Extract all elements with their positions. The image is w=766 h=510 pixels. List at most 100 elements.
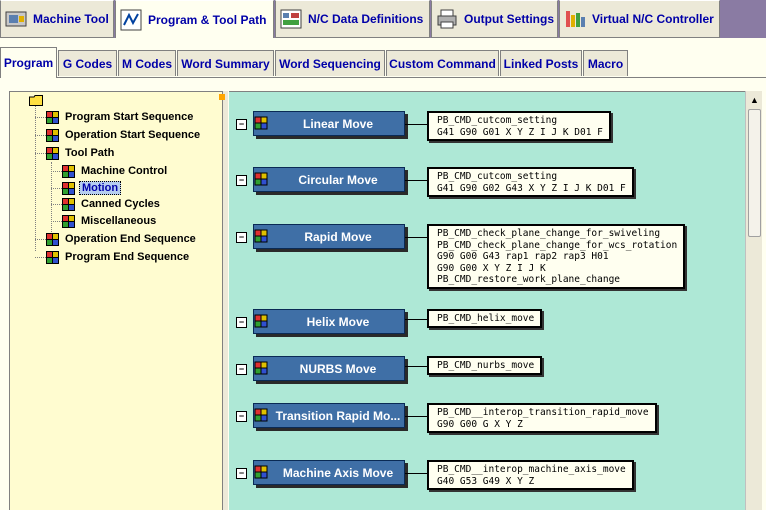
folder-icon[interactable] (29, 95, 43, 106)
sequence-node-icon (46, 128, 59, 142)
collapse-toggle[interactable]: − (236, 175, 247, 186)
scroll-thumb[interactable] (748, 109, 761, 237)
sub-tab-bar: Program G Codes M Codes Word Summary Wor… (0, 38, 766, 78)
connector-line (405, 319, 427, 320)
program-toolpath-icon (120, 9, 142, 31)
collapse-toggle[interactable]: − (236, 411, 247, 422)
connector-line (405, 237, 427, 238)
event-icon (254, 229, 268, 243)
subtab-linked-posts-label: Linked Posts (503, 56, 579, 71)
motion-sequence-canvas: − Linear Move PB_CMD_cutcom_setting G41 … (229, 91, 745, 510)
command-block-nurbs-move[interactable]: PB_CMD_nurbs_move (427, 356, 543, 375)
subtab-macro-label: Macro (587, 56, 624, 71)
tree-item-label: Tool Path (65, 147, 115, 159)
connector-line (405, 473, 427, 474)
tree-item-tool-path[interactable]: Tool Path (46, 145, 116, 161)
subtab-g-codes[interactable]: G Codes (58, 50, 117, 76)
command-block-linear-move[interactable]: PB_CMD_cutcom_setting G41 G90 G01 X Y Z … (427, 111, 611, 141)
collapse-toggle[interactable]: − (236, 232, 247, 243)
tree-item-program-end-sequence[interactable]: Program End Sequence (46, 249, 191, 265)
command-block-rapid-move[interactable]: PB_CMD_check_plane_change_for_swiveling … (427, 224, 686, 289)
subtab-macro[interactable]: Macro (583, 50, 628, 76)
collapse-toggle[interactable]: − (236, 317, 247, 328)
sequence-node-icon (62, 181, 75, 195)
tree-item-label: Motion (79, 181, 122, 195)
vertical-scrollbar[interactable]: ▲ (745, 91, 762, 510)
motion-button-circular-move[interactable]: Circular Move (253, 167, 405, 192)
subtab-m-codes[interactable]: M Codes (118, 50, 176, 76)
tree-item-label: Operation End Sequence (65, 233, 196, 245)
machine-tool-icon (5, 11, 27, 27)
sequence-node-icon (62, 197, 75, 211)
motion-button-transition-rapid-move[interactable]: Transition Rapid Mo... (253, 403, 405, 428)
subtab-word-sequencing-label: Word Sequencing (279, 56, 381, 71)
tab-program-tool-path[interactable]: Program & Tool Path (115, 0, 274, 39)
sequence-node-icon (62, 164, 75, 178)
printer-icon (437, 9, 457, 29)
subtab-custom-command-label: Custom Command (389, 56, 496, 71)
event-icon (254, 361, 268, 375)
tab-output-settings[interactable]: Output Settings (431, 0, 558, 38)
command-block-transition-rapid-move[interactable]: PB_CMD__interop_transition_rapid_move G9… (427, 403, 657, 433)
motion-label: Helix Move (306, 314, 370, 329)
event-icon (254, 314, 268, 328)
event-icon (254, 172, 268, 186)
motion-button-rapid-move[interactable]: Rapid Move (253, 224, 405, 249)
tab-machine-tool-label: Machine Tool (33, 12, 109, 26)
tab-virtual-nc-controller[interactable]: Virtual N/C Controller (559, 0, 720, 38)
subtab-word-summary-label: Word Summary (181, 56, 270, 71)
tree-item-machine-control[interactable]: Machine Control (62, 163, 169, 179)
splitter-handle[interactable] (219, 94, 225, 100)
connector-line (405, 124, 427, 125)
connector-line (405, 416, 427, 417)
motion-label: NURBS Move (299, 361, 377, 376)
scroll-up-arrow-icon[interactable]: ▲ (746, 92, 763, 108)
sequence-node-icon (46, 250, 59, 264)
virtual-controller-icon (566, 11, 585, 27)
tree-item-label: Program Start Sequence (65, 111, 194, 123)
motion-label: Linear Move (302, 116, 374, 131)
collapse-toggle[interactable]: − (236, 468, 247, 479)
collapse-toggle[interactable]: − (236, 119, 247, 130)
tree-item-operation-start-sequence[interactable]: Operation Start Sequence (46, 127, 202, 143)
command-block-circular-move[interactable]: PB_CMD_cutcom_setting G41 G90 G02 G43 X … (427, 167, 634, 197)
subtab-program-label: Program (3, 56, 54, 70)
tab-machine-tool[interactable]: Machine Tool (0, 0, 114, 38)
collapse-toggle[interactable]: − (236, 364, 247, 375)
subtab-custom-command[interactable]: Custom Command (386, 50, 499, 76)
motion-button-linear-move[interactable]: Linear Move (253, 111, 405, 136)
subtab-word-sequencing[interactable]: Word Sequencing (275, 50, 385, 76)
tree-item-operation-end-sequence[interactable]: Operation End Sequence (46, 231, 198, 247)
tree-item-canned-cycles[interactable]: Canned Cycles (62, 196, 162, 212)
command-block-helix-move[interactable]: PB_CMD_helix_move (427, 309, 543, 328)
tree-item-label: Miscellaneous (81, 215, 157, 227)
sequence-node-icon (46, 110, 59, 124)
motion-label: Circular Move (298, 172, 378, 187)
content-area: Program Start Sequence Operation Start S… (0, 78, 766, 510)
sequence-node-icon (46, 232, 59, 246)
event-icon (254, 465, 268, 479)
subtab-program[interactable]: Program (0, 47, 57, 78)
tree-item-label: Canned Cycles (81, 198, 160, 210)
tab-nc-data-definitions[interactable]: N/C Data Definitions (275, 0, 430, 38)
motion-button-machine-axis-move[interactable]: Machine Axis Move (253, 460, 405, 485)
command-block-machine-axis-move[interactable]: PB_CMD__interop_machine_axis_move G40 G5… (427, 460, 634, 490)
top-tab-bar: Machine Tool Program & Tool Path N/C Dat… (0, 0, 766, 39)
tree-item-label: Machine Control (81, 165, 168, 177)
motion-label: Transition Rapid Mo... (275, 408, 401, 423)
sequence-node-icon (46, 146, 59, 160)
sequence-tree: Program Start Sequence Operation Start S… (9, 91, 222, 510)
tab-virtual-nc-controller-label: Virtual N/C Controller (592, 12, 714, 26)
tree-item-miscellaneous[interactable]: Miscellaneous (62, 213, 158, 229)
subtab-linked-posts[interactable]: Linked Posts (500, 50, 582, 76)
motion-button-nurbs-move[interactable]: NURBS Move (253, 356, 405, 381)
tree-item-label: Operation Start Sequence (65, 129, 201, 141)
tab-output-settings-label: Output Settings (464, 12, 554, 26)
connector-line (405, 366, 427, 367)
tree-item-motion[interactable]: Motion (62, 180, 122, 196)
motion-button-helix-move[interactable]: Helix Move (253, 309, 405, 334)
event-icon (254, 116, 268, 130)
panel-splitter[interactable] (222, 91, 228, 510)
tree-item-program-start-sequence[interactable]: Program Start Sequence (46, 109, 195, 125)
subtab-word-summary[interactable]: Word Summary (177, 50, 274, 76)
